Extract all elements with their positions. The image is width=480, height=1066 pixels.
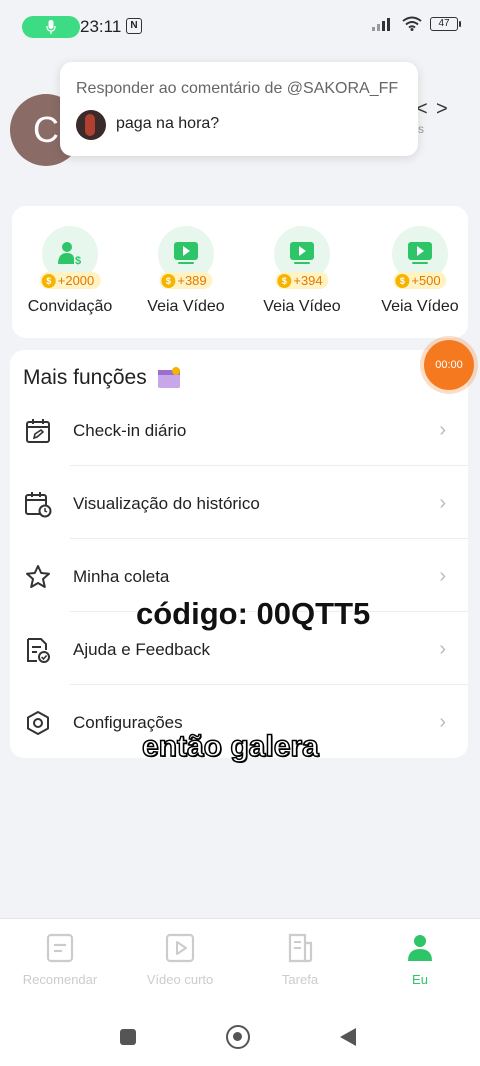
profile-sub-text: s [418, 122, 424, 136]
chevron-right-icon: › [439, 638, 446, 660]
recent-apps-button[interactable] [120, 1029, 136, 1045]
reward-label: Veia Vídeo [381, 298, 459, 315]
reply-title: Responder ao comentário de @SAKORA_FF [76, 80, 399, 97]
rewards-card: $ $ +2000 Convidação $ +389 Veia Vídeo $ +3… [12, 206, 468, 338]
settings-hexagon-icon [27, 711, 49, 735]
overlay-caption-text: então galera [141, 729, 319, 764]
nav-tab-recommend[interactable]: Recomendar [0, 933, 120, 987]
profile-chevron-right-icon[interactable]: > [436, 98, 448, 121]
document-check-icon [27, 638, 50, 663]
reward-label: Convidação [27, 298, 113, 315]
menu-item-label: Minha coleta [73, 567, 170, 586]
commenter-avatar [76, 110, 106, 140]
short-video-icon [165, 933, 195, 963]
bottom-navigation: Recomendar Vídeo curto Tarefa Eu [0, 918, 480, 1005]
reward-label: Veia Vídeo [263, 298, 341, 315]
signal-icon [372, 17, 390, 31]
coin-badge: $ +389 [159, 272, 213, 289]
menu-item-label: Ajuda e Feedback [73, 640, 211, 659]
coin-icon: $ [161, 273, 176, 288]
menu-item-history[interactable]: Visualização do histórico › [10, 466, 468, 539]
star-icon [26, 565, 50, 588]
nav-label: Tarefa [281, 972, 319, 987]
microphone-icon [46, 20, 56, 34]
recommend-icon [46, 933, 74, 963]
chevron-right-icon: › [439, 419, 446, 441]
menu-item-check-in[interactable]: Check-in diário › [10, 393, 468, 466]
home-button[interactable] [226, 1025, 250, 1049]
floating-timer-button[interactable]: 00:00 [424, 340, 474, 390]
functions-box-icon [157, 367, 180, 388]
chevron-right-icon: › [439, 492, 446, 514]
battery-indicator: 47 [430, 16, 461, 31]
section-title: Mais funções [23, 366, 183, 390]
reward-item-invite[interactable]: $ $ +2000 Convidação [12, 226, 128, 316]
nfc-icon: N [126, 18, 142, 34]
coin-badge: $ +500 [393, 272, 447, 289]
coin-badge: $ +2000 [39, 272, 101, 289]
reward-label: Veia Vídeo [147, 298, 225, 315]
reward-item-video[interactable]: $ +389 Veia Vídeo [128, 226, 244, 316]
chevron-right-icon: › [439, 565, 446, 587]
nav-label: Eu [412, 972, 428, 987]
nav-label: Recomendar [22, 972, 98, 987]
history-calendar-icon [25, 492, 52, 518]
clock: 23:11 [80, 17, 122, 36]
system-navigation-bar [0, 1004, 480, 1066]
user-icon [408, 935, 432, 961]
coin-icon: $ [41, 273, 56, 288]
reply-comment-text: paga na hora? [116, 115, 220, 132]
nav-tab-me[interactable]: Eu [360, 933, 480, 987]
overlay-code-text: código: 00QTT5 [136, 596, 371, 631]
chevron-right-icon: › [439, 711, 446, 733]
menu-item-label: Visualização do histórico [73, 494, 260, 513]
reply-comment-popup[interactable]: Responder ao comentário de @SAKORA_FF pa… [60, 62, 418, 156]
calendar-edit-icon [26, 419, 50, 443]
nav-tab-task[interactable]: Tarefa [240, 933, 360, 987]
coin-badge: $ +394 [275, 272, 329, 289]
status-bar: 23:11 N 47 [0, 0, 480, 54]
mic-active-indicator [22, 16, 80, 38]
reward-item-video[interactable]: $ +394 Veia Vídeo [244, 226, 360, 316]
more-functions-card: Mais funções Check-in diário › Visualiza… [10, 350, 468, 758]
svg-text:$: $ [75, 255, 81, 266]
nav-label: Vídeo curto [146, 972, 214, 987]
coin-icon: $ [395, 273, 410, 288]
task-icon [288, 933, 313, 963]
menu-item-label: Check-in diário [73, 421, 187, 440]
back-button[interactable] [340, 1028, 356, 1046]
nav-tab-short-video[interactable]: Vídeo curto [120, 933, 240, 987]
wifi-icon [402, 16, 422, 31]
coin-icon: $ [277, 273, 292, 288]
reward-item-video[interactable]: $ +500 Veia Vídeo [362, 226, 478, 316]
